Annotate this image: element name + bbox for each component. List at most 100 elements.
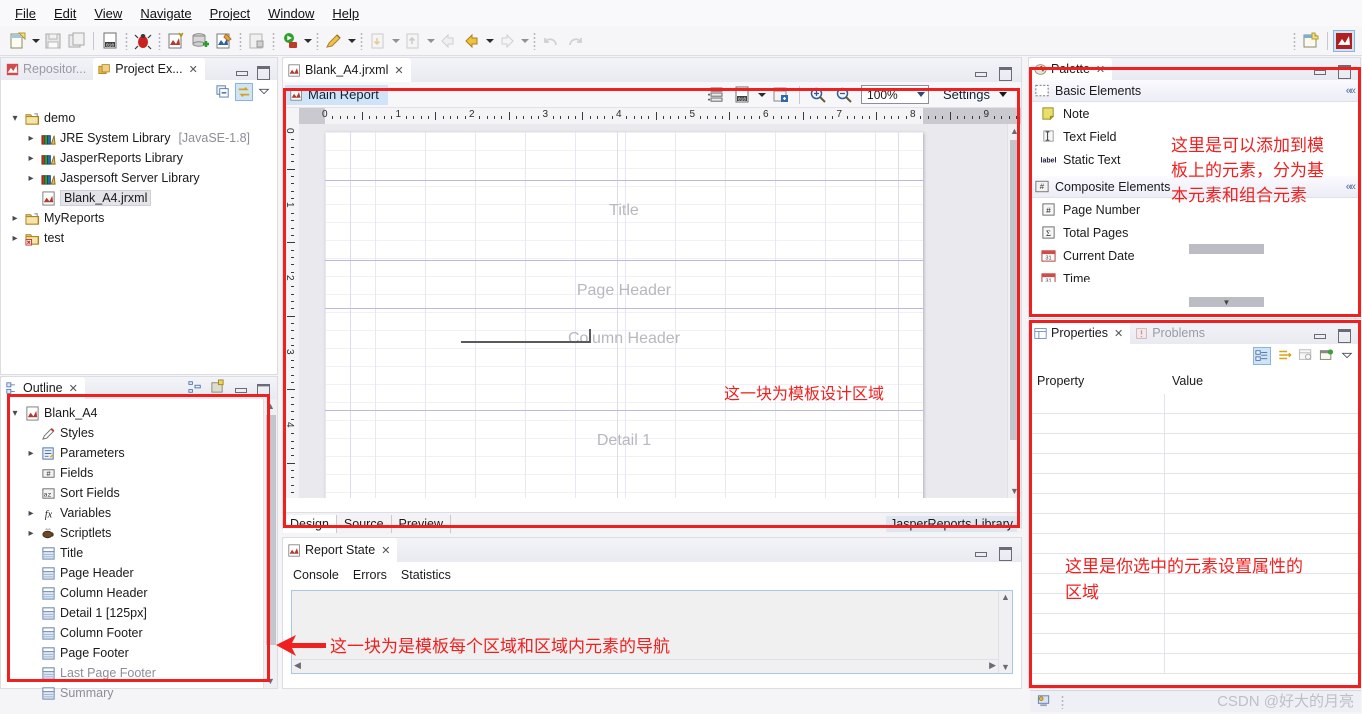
minimize-icon[interactable] [233,381,247,395]
new-dropdown-arrow[interactable] [30,31,41,51]
maximize-icon[interactable] [1336,63,1351,79]
datasource-icon[interactable] [189,30,211,52]
console-hscrollbar[interactable]: ◀ ▶ [292,659,998,673]
minimize-icon[interactable] [973,545,987,559]
tab-project-explorer[interactable]: Project Ex... ✕ [93,58,205,80]
compile-icon[interactable] [770,84,792,106]
undo-icon[interactable] [540,30,562,52]
chevron-right-icon[interactable] [25,528,37,539]
page-format-dropdown-arrow[interactable] [756,85,767,105]
highlight-icon[interactable] [323,30,345,52]
tree-item-test[interactable]: test [7,228,277,248]
next-annotation-dropdown-arrow[interactable] [390,31,401,51]
highlight-dropdown-arrow[interactable] [346,31,357,51]
zoom-level-combo[interactable]: 100% [861,85,930,104]
close-icon[interactable]: ✕ [1096,63,1105,76]
tree-item-scriptlets[interactable]: Scriptlets [7,523,277,543]
tab-problems[interactable]: Problems [1130,322,1212,344]
minimize-icon[interactable] [973,65,987,79]
tree-item-parameters[interactable]: Parameters [7,443,277,463]
tab-blank-a4-jrxml[interactable]: Blank_A4.jrxml ✕ [283,58,411,82]
tab-report-state[interactable]: Report State ✕ [283,538,398,562]
view-menu-icon[interactable] [1340,349,1354,363]
chevron-right-icon[interactable] [25,508,37,519]
subtab-console[interactable]: Console [293,568,339,582]
properties-row[interactable] [1029,494,1360,514]
forward-icon[interactable] [496,30,518,52]
properties-row[interactable] [1029,534,1360,554]
band-separator-line[interactable] [325,260,923,261]
tree-item-detail-1-125px[interactable]: Detail 1 [125px] [7,603,277,623]
chevron-right-icon[interactable] [9,233,21,244]
link-with-editor-icon[interactable] [235,83,253,101]
close-icon[interactable]: ✕ [1114,327,1123,340]
settings-button[interactable]: Settings [937,87,1013,102]
tab-palette[interactable]: Palette ✕ [1029,58,1113,80]
tree-item-jaspersoft-server-library[interactable]: Jaspersoft Server Library [7,168,277,188]
minimize-icon[interactable] [1312,327,1326,341]
maximize-icon[interactable] [1336,327,1351,343]
tab-properties[interactable]: Properties ✕ [1029,322,1131,344]
menu-item-edit[interactable]: Edit [45,4,85,23]
zoom-in-icon[interactable] [807,84,829,106]
tree-item-column-footer[interactable]: Column Footer [7,623,277,643]
menu-item-navigate[interactable]: Navigate [131,4,200,23]
layout-icon[interactable] [210,379,225,397]
tree-item-last-page-footer[interactable]: Last Page Footer [7,663,277,683]
properties-row[interactable] [1029,434,1360,454]
tree-item-blank-a4[interactable]: Blank_A4 [7,403,277,423]
run-dropdown-arrow[interactable] [302,31,313,51]
palette-item-note[interactable]: Note [1029,102,1360,125]
tree-item-blank-a4-jrxml[interactable]: Blank_A4.jrxml [7,188,277,208]
menu-item-help[interactable]: Help [323,4,368,23]
scroll-up-arrow[interactable]: ▲ [1008,126,1021,136]
outline-scrollbar[interactable]: ▲ ▼ [263,399,277,688]
scroll-down-arrow[interactable]: ▼ [1008,486,1021,496]
restore-icon[interactable] [1298,348,1313,365]
scroll-left-arrow[interactable]: ◀ [294,660,301,671]
chevron-right-icon[interactable] [9,213,21,224]
properties-row[interactable] [1029,634,1360,654]
design-canvas[interactable]: TitlePage HeaderColumn HeaderDetail 1Col… [299,124,1021,498]
minimize-icon[interactable] [234,64,248,78]
close-icon[interactable]: ✕ [69,382,78,395]
new-report-icon[interactable] [1300,30,1322,52]
outline-scroll-thumb[interactable] [266,415,276,645]
band-separator-line[interactable] [325,410,923,411]
tab-preview[interactable]: Preview [392,514,451,533]
minimize-icon[interactable] [1312,63,1326,77]
menu-item-project[interactable]: Project [201,4,259,23]
debug-icon[interactable] [132,30,154,52]
close-icon[interactable]: ✕ [189,63,198,76]
export-icon[interactable] [246,30,268,52]
selected-element-handle[interactable] [589,329,591,343]
build-icon[interactable]: 010 [99,30,121,52]
prev-annotation-dropdown-arrow[interactable] [425,31,436,51]
redo-icon[interactable] [564,30,586,52]
new-icon[interactable] [7,30,29,52]
save-icon[interactable] [42,30,64,52]
sort-icon[interactable] [1277,348,1292,365]
menu-item-window[interactable]: Window [259,4,323,23]
run-icon[interactable] [279,30,301,52]
next-annotation-icon[interactable] [367,30,389,52]
page-format-icon[interactable]: 010 [731,84,753,106]
console-vscrollbar[interactable]: ▲ ▼ [998,591,1012,673]
subtab-statistics[interactable]: Statistics [401,568,451,582]
close-icon[interactable]: ✕ [394,64,403,77]
tree-item-sort-fields[interactable]: az Sort Fields [7,483,277,503]
scroll-up-arrow[interactable]: ▲ [264,401,277,411]
properties-table-body[interactable] [1029,394,1360,674]
menu-item-view[interactable]: View [85,4,131,23]
canvas-vscrollbar[interactable]: ▲ ▼ [1007,124,1021,498]
scroll-up-arrow[interactable]: ▲ [999,592,1012,602]
chevron-right-icon[interactable] [25,133,37,144]
forward-dropdown-arrow[interactable] [519,31,530,51]
properties-row[interactable] [1029,474,1360,494]
properties-row[interactable] [1029,394,1360,414]
palette-item-time[interactable]: 31 Time [1029,267,1360,282]
tab-source[interactable]: Source [337,514,392,533]
collapse-section-icon[interactable]: «« [1346,85,1356,97]
tree-item-column-header[interactable]: Column Header [7,583,277,603]
menu-item-file[interactable]: File [6,4,45,23]
